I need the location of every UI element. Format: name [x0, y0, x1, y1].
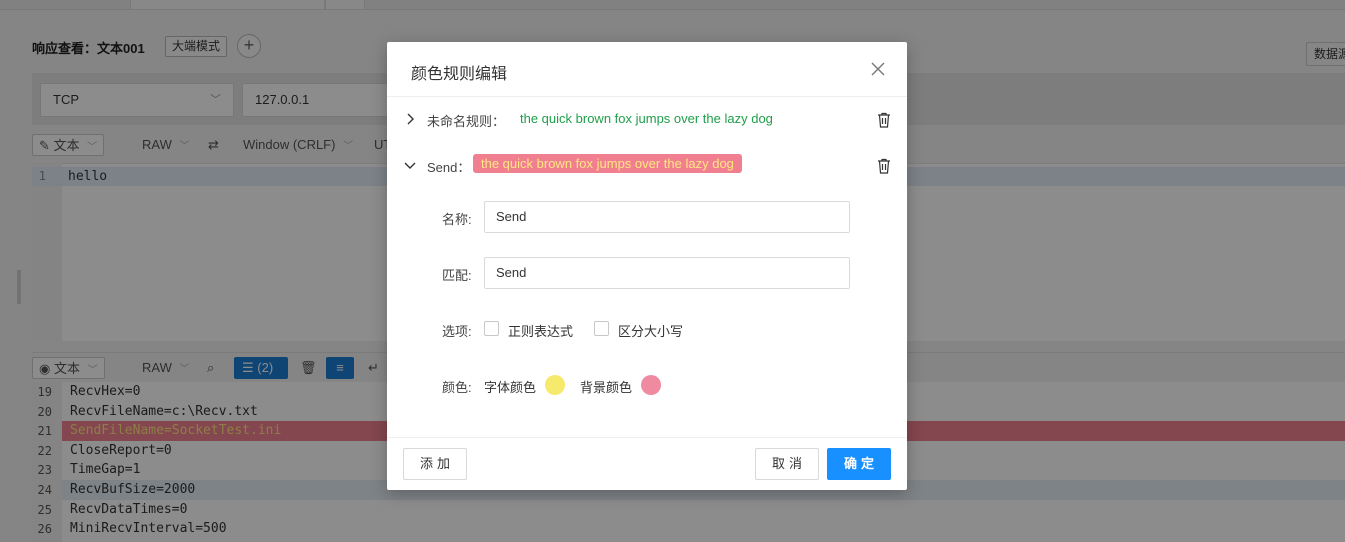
color-label: 颜色: — [442, 380, 472, 395]
dialog-header: 颜色规则编辑 — [387, 42, 907, 97]
rule-item-send[interactable]: Send： the quick brown fox jumps over the… — [387, 151, 907, 181]
rule-label: Send： — [427, 160, 471, 175]
regex-label[interactable]: 正则表达式 — [508, 321, 573, 340]
close-icon[interactable] — [869, 60, 887, 78]
rule-preview: the quick brown fox jumps over the lazy … — [520, 111, 773, 126]
match-input[interactable]: Send — [484, 257, 850, 289]
case-sensitive-checkbox[interactable] — [594, 321, 609, 336]
bg-color-label: 背景颜色 — [580, 380, 633, 395]
font-color-picker[interactable] — [545, 375, 565, 395]
trash-icon[interactable] — [877, 158, 891, 174]
dialog-footer: 添加 取消 确定 — [387, 437, 907, 490]
cancel-button[interactable]: 取消 — [755, 448, 819, 480]
chevron-down-icon[interactable] — [403, 158, 417, 172]
rule-item-unnamed[interactable]: 未命名规则： the quick brown fox jumps over th… — [387, 105, 907, 135]
ok-button[interactable]: 确定 — [827, 448, 891, 480]
name-input[interactable]: Send — [484, 201, 850, 233]
color-rule-dialog: 颜色规则编辑 未命名规则： the quick brown fox jumps … — [387, 42, 907, 490]
add-rule-button[interactable]: 添加 — [403, 448, 467, 480]
dialog-title: 颜色规则编辑 — [411, 66, 508, 83]
trash-icon[interactable] — [877, 112, 891, 128]
match-label: 匹配: — [442, 268, 472, 283]
case-sensitive-label[interactable]: 区分大小写 — [618, 321, 683, 340]
font-color-label: 字体颜色 — [484, 380, 537, 395]
rule-label: 未命名规则： — [427, 114, 506, 129]
chevron-right-icon[interactable] — [403, 112, 417, 126]
options-label: 选项: — [442, 324, 472, 339]
regex-checkbox[interactable] — [484, 321, 499, 336]
name-label: 名称: — [442, 212, 472, 227]
rule-preview: the quick brown fox jumps over the lazy … — [473, 154, 742, 173]
bg-color-picker[interactable] — [641, 375, 661, 395]
